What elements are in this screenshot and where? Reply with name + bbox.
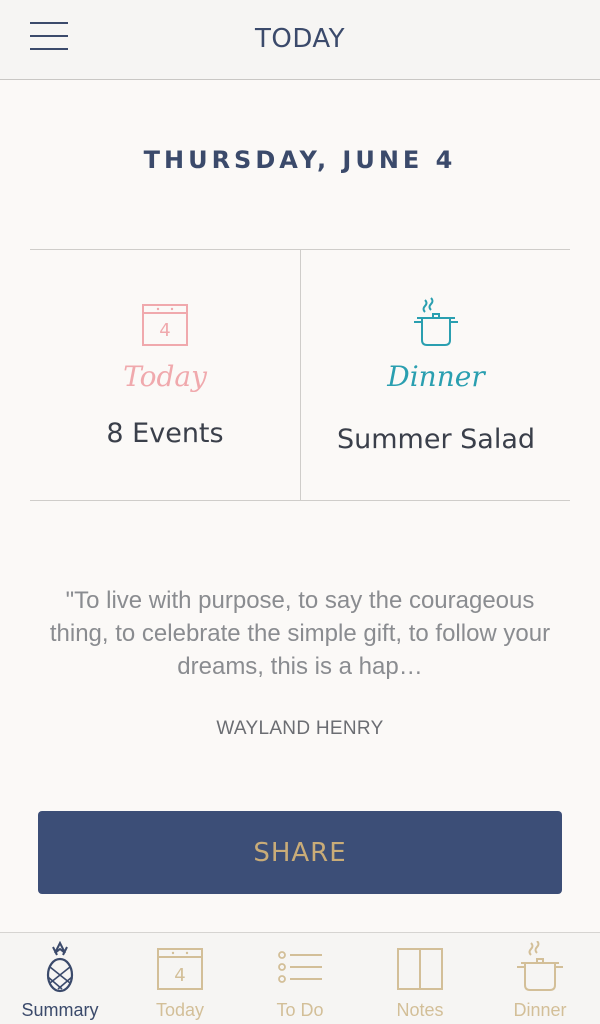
- tab-label: Notes: [396, 1000, 444, 1020]
- date-heading: THURSDAY, JUNE 4: [143, 146, 457, 174]
- tab-todo[interactable]: To Do: [240, 933, 360, 1024]
- tab-bar: Summary 4 Today To Do Notes Dinner: [0, 932, 600, 1024]
- tab-today[interactable]: 4 Today: [120, 933, 240, 1024]
- calendar-day-number: 4: [174, 965, 185, 986]
- events-count: 8 Events: [106, 418, 224, 449]
- tab-notes[interactable]: Notes: [360, 933, 480, 1024]
- calendar-day-number: 4: [159, 320, 170, 341]
- quote-author: WAYLAND HENRY: [216, 718, 384, 739]
- tab-label: Today: [155, 1000, 205, 1020]
- tab-label: Dinner: [513, 1000, 567, 1020]
- pineapple-icon: [46, 941, 74, 993]
- dinner-meal: Summer Salad: [336, 424, 536, 455]
- app-header: TODAY: [0, 0, 600, 80]
- share-button[interactable]: SHARE: [38, 811, 562, 894]
- today-card[interactable]: 4 Today 8 Events: [30, 250, 300, 501]
- calendar-icon: 4: [157, 948, 203, 990]
- dinner-card[interactable]: Dinner Summer Salad: [301, 250, 571, 501]
- dinner-label: Dinner: [387, 360, 485, 393]
- tab-summary[interactable]: Summary: [0, 933, 120, 1024]
- cooking-pot-icon: [517, 941, 563, 991]
- tab-label: To Do: [276, 1000, 324, 1020]
- summary-cards: 4 Today 8 Events Dinner Summer Salad: [30, 249, 570, 501]
- notebook-icon: [397, 948, 443, 990]
- calendar-icon: 4: [30, 302, 300, 353]
- quote-text: "To live with purpose, to say the courag…: [49, 587, 551, 680]
- today-label: Today: [123, 360, 207, 393]
- tab-label: Summary: [21, 1000, 99, 1020]
- checklist-icon: [278, 951, 322, 983]
- cooking-pot-icon: [301, 296, 571, 353]
- tab-dinner[interactable]: Dinner: [480, 933, 600, 1024]
- page-title: TODAY: [254, 24, 346, 54]
